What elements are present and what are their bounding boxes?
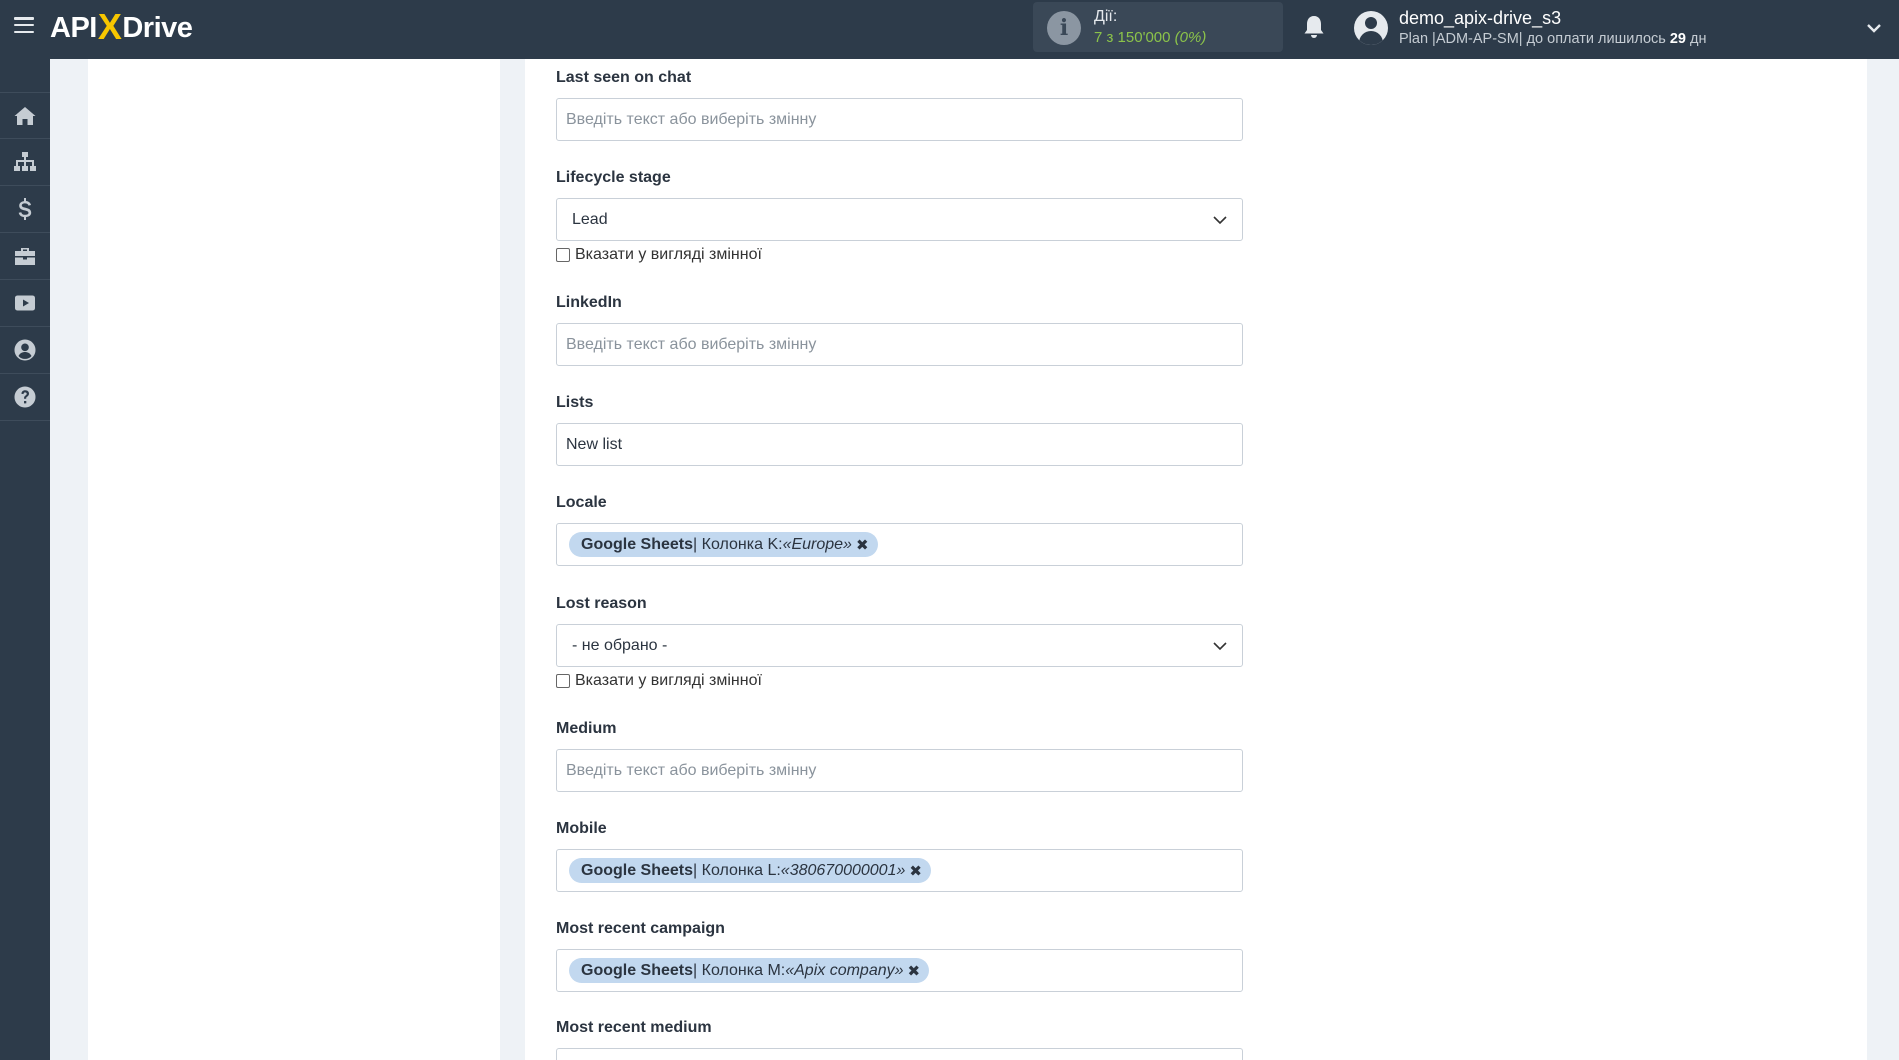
avatar[interactable] xyxy=(1354,11,1388,45)
sidebar-item-tools[interactable] xyxy=(0,233,50,280)
remove-tag-icon[interactable]: ✖ xyxy=(909,862,922,880)
field-most-recent-campaign: Most recent campaign Google Sheets | Кол… xyxy=(556,919,1243,992)
username[interactable]: demo_apix-drive_s3 xyxy=(1399,8,1561,29)
field-label: Most recent medium xyxy=(556,1019,712,1036)
chevron-down-icon xyxy=(1213,216,1227,225)
most-recent-campaign-input[interactable]: Google Sheets | Колонка M: «Apix company… xyxy=(556,949,1243,992)
most-recent-medium-input[interactable] xyxy=(556,1048,1243,1060)
select-value: Lead xyxy=(572,210,608,228)
field-label: LinkedIn xyxy=(556,294,622,311)
logo-x: X xyxy=(97,6,122,47)
input-placeholder: Введіть текст або виберіть змінну xyxy=(566,761,817,779)
as-variable-checkbox[interactable] xyxy=(556,674,570,688)
locale-input[interactable]: Google Sheets | Колонка K: «Europe» ✖ xyxy=(556,523,1243,566)
sidebar-item-home[interactable] xyxy=(0,92,50,139)
field-lost-reason: Lost reason - не обрано - Вказати у вигл… xyxy=(556,594,1243,690)
chevron-down-icon[interactable] xyxy=(1866,20,1882,36)
lifecycle-stage-select[interactable]: Lead xyxy=(556,198,1243,241)
remove-tag-icon[interactable]: ✖ xyxy=(856,536,869,554)
bell-icon[interactable] xyxy=(1302,14,1326,40)
lists-input[interactable]: New list xyxy=(556,423,1243,466)
help-icon xyxy=(14,386,36,408)
lost-reason-select[interactable]: - не обрано - xyxy=(556,624,1243,667)
field-lifecycle-stage: Lifecycle stage Lead Вказати у вигляді з… xyxy=(556,168,1243,264)
plan-info: Plan |ADM-AP-SM| до оплати лишилось 29 д… xyxy=(1399,31,1707,47)
remove-tag-icon[interactable]: ✖ xyxy=(908,962,921,980)
as-variable-checkbox-row[interactable]: Вказати у вигляді змінної xyxy=(556,672,1243,690)
user-circle-icon xyxy=(14,339,36,361)
field-most-recent-medium: Most recent medium xyxy=(556,1018,1243,1060)
actions-label: Дії: xyxy=(1094,8,1118,25)
field-medium: Medium Введіть текст або виберіть змінну xyxy=(556,719,1243,792)
sidebar-item-billing[interactable] xyxy=(0,186,50,233)
field-linkedin: LinkedIn Введіть текст або виберіть змін… xyxy=(556,293,1243,366)
youtube-icon xyxy=(15,295,35,311)
dollar-icon xyxy=(18,198,32,220)
sidebar-item-profile[interactable] xyxy=(0,327,50,374)
field-locale: Locale Google Sheets | Колонка K: «Europ… xyxy=(556,493,1243,566)
chevron-down-icon xyxy=(1213,642,1227,651)
checkbox-label: Вказати у вигляді змінної xyxy=(575,672,762,689)
top-bar: API X Drive i Дії: 7 з 150'000 (0%) demo_a… xyxy=(0,0,1899,59)
input-placeholder: Введіть текст або виберіть змінну xyxy=(566,110,817,128)
home-icon xyxy=(14,106,36,125)
actions-count: 7 з 150'000 (0%) xyxy=(1094,29,1207,46)
logo[interactable]: API X Drive xyxy=(50,6,193,47)
input-value: New list xyxy=(566,435,623,453)
briefcase-icon xyxy=(15,248,35,265)
input-placeholder: Введіть текст або виберіть змінну xyxy=(566,335,817,353)
variable-tag: Google Sheets | Колонка L: «380670000001… xyxy=(569,858,931,883)
variable-tag: Google Sheets | Колонка M: «Apix company… xyxy=(569,958,930,983)
sitemap-icon xyxy=(14,152,36,171)
last-seen-on-chat-input[interactable]: Введіть текст або виберіть змінну xyxy=(556,98,1243,141)
mobile-input[interactable]: Google Sheets | Колонка L: «380670000001… xyxy=(556,849,1243,892)
field-label: Most recent campaign xyxy=(556,920,725,937)
linkedin-input[interactable]: Введіть текст або виберіть змінну xyxy=(556,323,1243,366)
field-label: Lifecycle stage xyxy=(556,169,671,186)
checkbox-label: Вказати у вигляді змінної xyxy=(575,246,762,263)
sidebar xyxy=(0,59,50,1060)
actions-counter[interactable]: i Дії: 7 з 150'000 (0%) xyxy=(1033,2,1283,52)
field-mobile: Mobile Google Sheets | Колонка L: «38067… xyxy=(556,819,1243,892)
field-last-seen-on-chat: Last seen on chat Введіть текст або вибе… xyxy=(556,68,1243,141)
menu-toggle-icon[interactable] xyxy=(14,17,34,34)
variable-tag: Google Sheets | Колонка K: «Europe» ✖ xyxy=(569,532,878,557)
field-label: Last seen on chat xyxy=(556,69,692,86)
as-variable-checkbox[interactable] xyxy=(556,248,570,262)
sidebar-item-help[interactable] xyxy=(0,374,50,421)
field-lists: Lists New list xyxy=(556,393,1243,466)
info-icon: i xyxy=(1047,11,1081,45)
sidebar-item-video[interactable] xyxy=(0,280,50,327)
field-label: Mobile xyxy=(556,820,607,837)
field-label: Medium xyxy=(556,720,617,737)
field-label: Locale xyxy=(556,494,607,511)
left-panel xyxy=(88,59,500,1060)
select-value: - не обрано - xyxy=(572,636,668,654)
field-label: Lists xyxy=(556,394,594,411)
sidebar-item-connections[interactable] xyxy=(0,139,50,186)
field-label: Lost reason xyxy=(556,595,647,612)
as-variable-checkbox-row[interactable]: Вказати у вигляді змінної xyxy=(556,246,1243,264)
medium-input[interactable]: Введіть текст або виберіть змінну xyxy=(556,749,1243,792)
